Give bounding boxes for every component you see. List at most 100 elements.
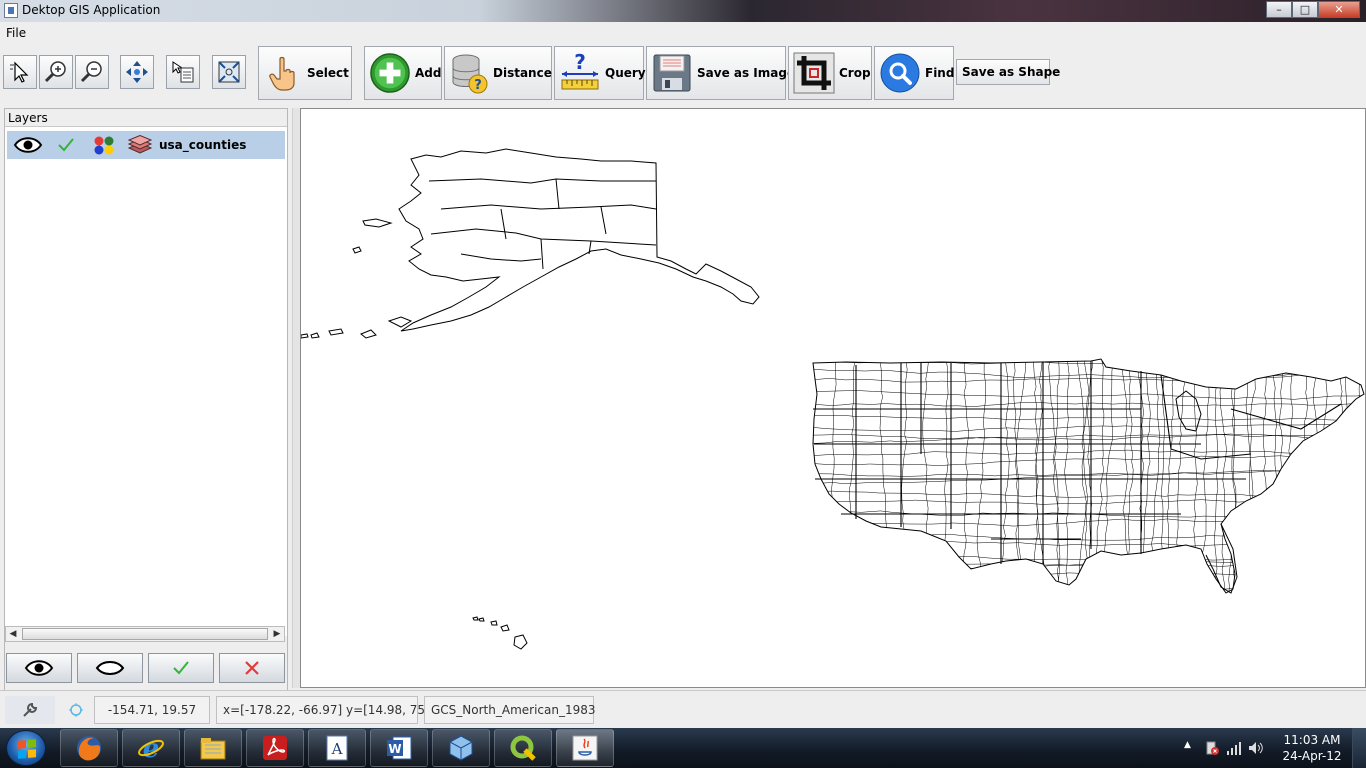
system-tray: ▲ 11:03 AM 24-Apr-12 xyxy=(1166,728,1366,768)
eye-icon[interactable] xyxy=(13,135,43,155)
close-icon xyxy=(245,661,259,675)
map-drawing xyxy=(301,148,1365,650)
select-label: Select xyxy=(307,66,349,80)
layers-panel: Layers usa_counties ◀ ▶ xyxy=(0,108,292,754)
taskbar-firefox[interactable] xyxy=(60,729,118,767)
select-button[interactable]: Select xyxy=(258,46,352,100)
distance-label: Distance xyxy=(493,66,552,80)
scroll-left-icon[interactable]: ◀ xyxy=(6,627,20,641)
start-button[interactable] xyxy=(6,730,46,766)
panel-splitter[interactable] xyxy=(292,108,300,688)
firefox-icon xyxy=(77,736,101,761)
window-controls: – □ ✕ xyxy=(1266,1,1360,18)
save-as-image-button[interactable]: Save as Image xyxy=(646,46,795,100)
svg-text:?: ? xyxy=(574,52,586,74)
svg-text:e: e xyxy=(143,734,160,763)
pan-button[interactable] xyxy=(120,55,154,89)
toolbar: Select Add ? Distance ? Query Save as Im… xyxy=(0,44,1366,102)
windows-logo-icon xyxy=(18,739,36,759)
layer-row-usa-counties[interactable]: usa_counties xyxy=(7,131,285,159)
layers-list: usa_counties xyxy=(5,126,287,636)
crosshair-icon xyxy=(60,696,92,724)
clock-date: 24-Apr-12 xyxy=(1282,749,1342,763)
cursor-coordinates: -154.71, 19.57 xyxy=(94,696,210,724)
show-layer-button[interactable] xyxy=(6,653,72,683)
svg-text:A: A xyxy=(331,740,343,758)
hide-layer-button[interactable] xyxy=(77,653,143,683)
map-canvas[interactable] xyxy=(300,108,1366,688)
eye-icon xyxy=(24,660,54,676)
internet-explorer-icon: e xyxy=(138,734,164,763)
taskbar-word[interactable]: W xyxy=(370,729,428,767)
zoom-out-button[interactable] xyxy=(75,55,109,89)
check-icon[interactable] xyxy=(57,136,75,154)
clock-time: 11:03 AM xyxy=(1283,733,1341,747)
query-button[interactable]: ? Query xyxy=(554,46,646,100)
crop-icon xyxy=(793,52,835,94)
find-label: Find xyxy=(925,66,955,80)
taskbar-virtualbox[interactable] xyxy=(432,729,490,767)
volume-icon[interactable] xyxy=(1248,740,1264,756)
taskbar-adobe-reader[interactable] xyxy=(246,729,304,767)
virtualbox-icon xyxy=(449,735,473,761)
java-icon xyxy=(572,735,598,761)
network-signal-icon[interactable] xyxy=(1226,740,1242,756)
full-extent-icon xyxy=(218,61,240,83)
identify-icon xyxy=(172,61,194,83)
full-extent-button[interactable] xyxy=(212,55,246,89)
symbology-color-icon[interactable] xyxy=(93,135,115,155)
query-ruler-icon: ? xyxy=(559,52,601,94)
alaska-shape xyxy=(398,148,760,332)
show-hidden-icons-icon[interactable]: ▲ xyxy=(1184,740,1200,756)
scrollbar-thumb[interactable] xyxy=(22,628,268,640)
taskbar: e A W ▲ 11:03 AM 24-Apr-12 xyxy=(0,728,1366,768)
zoom-out-icon xyxy=(80,61,102,83)
distance-button[interactable]: ? Distance xyxy=(444,46,552,100)
hawaii-shape xyxy=(513,634,528,650)
qgis-icon xyxy=(510,735,536,761)
app-icon xyxy=(4,3,18,18)
taskbar-qgis[interactable] xyxy=(494,729,552,767)
coordinate-system: GCS_North_American_1983 xyxy=(424,696,596,724)
floppy-disk-icon xyxy=(651,52,693,94)
save-as-shape-button[interactable]: Save as Shape xyxy=(956,59,1060,85)
clock[interactable]: 11:03 AM 24-Apr-12 xyxy=(1280,732,1344,764)
taskbar-java[interactable] xyxy=(556,729,614,767)
zoom-in-button[interactable] xyxy=(39,55,73,89)
minimize-button[interactable]: – xyxy=(1266,1,1292,18)
svg-text:W: W xyxy=(388,742,401,756)
identify-button[interactable] xyxy=(166,55,200,89)
database-question-icon: ? xyxy=(449,52,489,94)
show-desktop-button[interactable] xyxy=(1352,728,1366,768)
wrench-icon[interactable] xyxy=(5,696,55,724)
title-bar: Dektop GIS Application – □ ✕ xyxy=(0,0,1366,22)
maximize-button[interactable]: □ xyxy=(1292,1,1318,18)
add-label: Add xyxy=(415,66,442,80)
pan-arrows-icon xyxy=(126,61,148,83)
check-layer-button[interactable] xyxy=(148,653,214,683)
find-button[interactable]: Find xyxy=(874,46,954,100)
taskbar-font-viewer[interactable]: A xyxy=(308,729,366,767)
folder-icon xyxy=(200,738,226,760)
pointer-tool-button[interactable] xyxy=(3,55,37,89)
window-title: Dektop GIS Application xyxy=(22,3,161,17)
action-center-icon[interactable] xyxy=(1204,740,1220,756)
layer-name: usa_counties xyxy=(159,138,247,152)
remove-layer-button[interactable] xyxy=(219,653,285,683)
close-button[interactable]: ✕ xyxy=(1318,1,1360,18)
arrow-cursor-icon xyxy=(10,61,29,83)
adobe-reader-icon xyxy=(263,736,287,760)
taskbar-internet-explorer[interactable]: e xyxy=(122,729,180,767)
eye-closed-icon xyxy=(95,661,125,675)
scroll-right-icon[interactable]: ▶ xyxy=(270,627,284,641)
taskbar-file-explorer[interactable] xyxy=(184,729,242,767)
menu-file[interactable]: File xyxy=(6,26,26,40)
menu-bar: File xyxy=(0,22,1366,44)
add-layer-button[interactable]: Add xyxy=(364,46,442,100)
layer-actions xyxy=(5,653,287,685)
layers-horizontal-scrollbar[interactable]: ◀ ▶ xyxy=(5,626,285,642)
word-icon: W xyxy=(387,736,412,760)
crop-button[interactable]: Crop xyxy=(788,46,872,100)
crop-label: Crop xyxy=(839,66,871,80)
font-viewer-icon: A xyxy=(326,735,348,761)
